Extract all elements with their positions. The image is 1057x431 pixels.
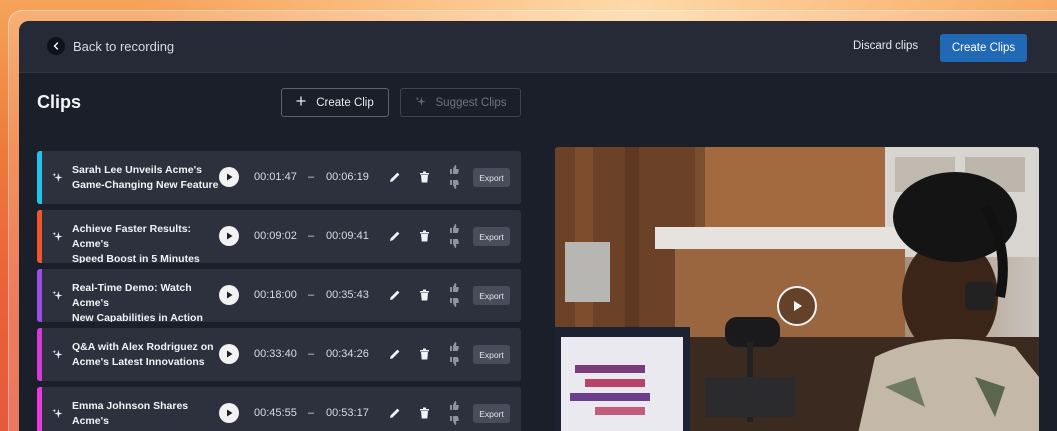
- clip-title-line: Speed Boost in 5 Minutes: [72, 253, 200, 263]
- clip-play-button[interactable]: [219, 167, 239, 187]
- thumbs-feedback-icon[interactable]: [448, 399, 460, 431]
- clip-title: Achieve Faster Results: Acme's Speed Boo…: [72, 222, 222, 263]
- clip-title-line: Q&A with Alex Rodriguez on: [72, 341, 214, 353]
- sparkle-icon: [52, 170, 63, 188]
- play-icon: [227, 409, 233, 417]
- time-range-dash: –: [308, 348, 315, 360]
- back-label: Back to recording: [73, 38, 175, 54]
- clip-title-line: Real-Time Demo: Watch Acme's: [72, 282, 192, 309]
- top-bar: Back to recording Discard clips Create C…: [19, 21, 1057, 73]
- clip-end-time[interactable]: 00:06:19: [326, 171, 369, 183]
- sparkle-icon: [52, 288, 63, 306]
- trash-icon[interactable]: [419, 229, 430, 247]
- trash-icon[interactable]: [419, 170, 430, 188]
- pencil-icon[interactable]: [389, 170, 401, 188]
- play-icon: [227, 232, 233, 240]
- export-button[interactable]: Export: [473, 286, 510, 305]
- create-clip-button[interactable]: Create Clip: [281, 88, 389, 117]
- video-play-button[interactable]: [777, 286, 817, 326]
- clip-play-button[interactable]: [219, 285, 239, 305]
- time-range-dash: –: [308, 407, 315, 419]
- clip-title: Sarah Lee Unveils Acme's Game-Changing N…: [72, 163, 222, 193]
- clip-play-button[interactable]: [219, 403, 239, 423]
- clip-end-time[interactable]: 00:53:17: [326, 407, 369, 419]
- thumbs-feedback-icon[interactable]: [448, 281, 460, 314]
- chevron-left-icon: [47, 37, 65, 55]
- sparkle-icon: [52, 229, 63, 247]
- clip-title-line: Emma Johnson Shares Acme's: [72, 400, 189, 427]
- clip-accent-bar: [37, 151, 42, 204]
- suggest-clips-label: Suggest Clips: [435, 96, 507, 109]
- clip-start-time[interactable]: 00:33:40: [254, 348, 297, 360]
- clip-end-time[interactable]: 00:34:26: [326, 348, 369, 360]
- pencil-icon[interactable]: [389, 288, 401, 306]
- clip-title: Emma Johnson Shares Acme's Vision for th…: [72, 399, 222, 431]
- clip-accent-bar: [37, 210, 42, 263]
- clip-accent-bar: [37, 387, 42, 431]
- clip-start-time[interactable]: 00:45:55: [254, 407, 297, 419]
- clip-row[interactable]: Sarah Lee Unveils Acme's Game-Changing N…: [37, 151, 521, 204]
- clip-end-time[interactable]: 00:35:43: [326, 289, 369, 301]
- sparkle-icon: [52, 347, 63, 365]
- time-range-dash: –: [308, 289, 315, 301]
- sparkle-icon: [414, 96, 426, 110]
- clip-start-time[interactable]: 00:18:00: [254, 289, 297, 301]
- create-clip-label: Create Clip: [316, 96, 374, 109]
- trash-icon[interactable]: [419, 288, 430, 306]
- clip-row[interactable]: Emma Johnson Shares Acme's Vision for th…: [37, 387, 521, 431]
- clip-end-time[interactable]: 00:09:41: [326, 230, 369, 242]
- time-range-dash: –: [308, 230, 315, 242]
- app-window: Back to recording Discard clips Create C…: [19, 21, 1057, 431]
- clip-title-line: Acme's Latest Innovations: [72, 356, 205, 368]
- back-to-recording-link[interactable]: Back to recording: [47, 37, 174, 55]
- pencil-icon[interactable]: [389, 229, 401, 247]
- export-button[interactable]: Export: [473, 227, 510, 246]
- play-icon: [794, 301, 802, 311]
- time-range-dash: –: [308, 171, 315, 183]
- play-icon: [227, 350, 233, 358]
- clip-row[interactable]: Q&A with Alex Rodriguez on Acme's Latest…: [37, 328, 521, 381]
- trash-icon[interactable]: [419, 347, 430, 365]
- clip-title-line: New Capabilities in Action: [72, 312, 203, 322]
- trash-icon[interactable]: [419, 406, 430, 424]
- clip-play-button[interactable]: [219, 344, 239, 364]
- export-button[interactable]: Export: [473, 168, 510, 187]
- clip-accent-bar: [37, 328, 42, 381]
- clip-start-time[interactable]: 00:09:02: [254, 230, 297, 242]
- clip-title-line: Achieve Faster Results: Acme's: [72, 223, 192, 250]
- clip-accent-bar: [37, 269, 42, 322]
- thumbs-feedback-icon[interactable]: [448, 340, 460, 373]
- clip-start-time[interactable]: 00:01:47: [254, 171, 297, 183]
- clip-row[interactable]: Real-Time Demo: Watch Acme's New Capabil…: [37, 269, 521, 322]
- suggest-clips-button[interactable]: Suggest Clips: [400, 88, 521, 117]
- export-button[interactable]: Export: [473, 404, 510, 423]
- discard-clips-button[interactable]: Discard clips: [853, 40, 918, 52]
- thumbs-feedback-icon[interactable]: [448, 163, 460, 196]
- page-title: Clips: [37, 92, 82, 112]
- sparkle-icon: [52, 406, 63, 424]
- create-clips-button[interactable]: Create Clips: [940, 34, 1027, 62]
- pencil-icon[interactable]: [389, 347, 401, 365]
- play-icon: [227, 291, 233, 299]
- clip-list: Sarah Lee Unveils Acme's Game-Changing N…: [37, 151, 521, 431]
- clip-play-button[interactable]: [219, 226, 239, 246]
- pencil-icon[interactable]: [389, 406, 401, 424]
- thumbs-feedback-icon[interactable]: [448, 222, 460, 255]
- clip-title-line: Sarah Lee Unveils Acme's: [72, 164, 202, 176]
- clip-title: Q&A with Alex Rodriguez on Acme's Latest…: [72, 340, 222, 370]
- play-icon: [227, 173, 233, 181]
- export-button[interactable]: Export: [473, 345, 510, 364]
- clip-title: Real-Time Demo: Watch Acme's New Capabil…: [72, 281, 222, 322]
- clip-row[interactable]: Achieve Faster Results: Acme's Speed Boo…: [37, 210, 521, 263]
- plus-icon: [296, 96, 306, 109]
- clip-title-line: Game-Changing New Feature: [72, 179, 219, 191]
